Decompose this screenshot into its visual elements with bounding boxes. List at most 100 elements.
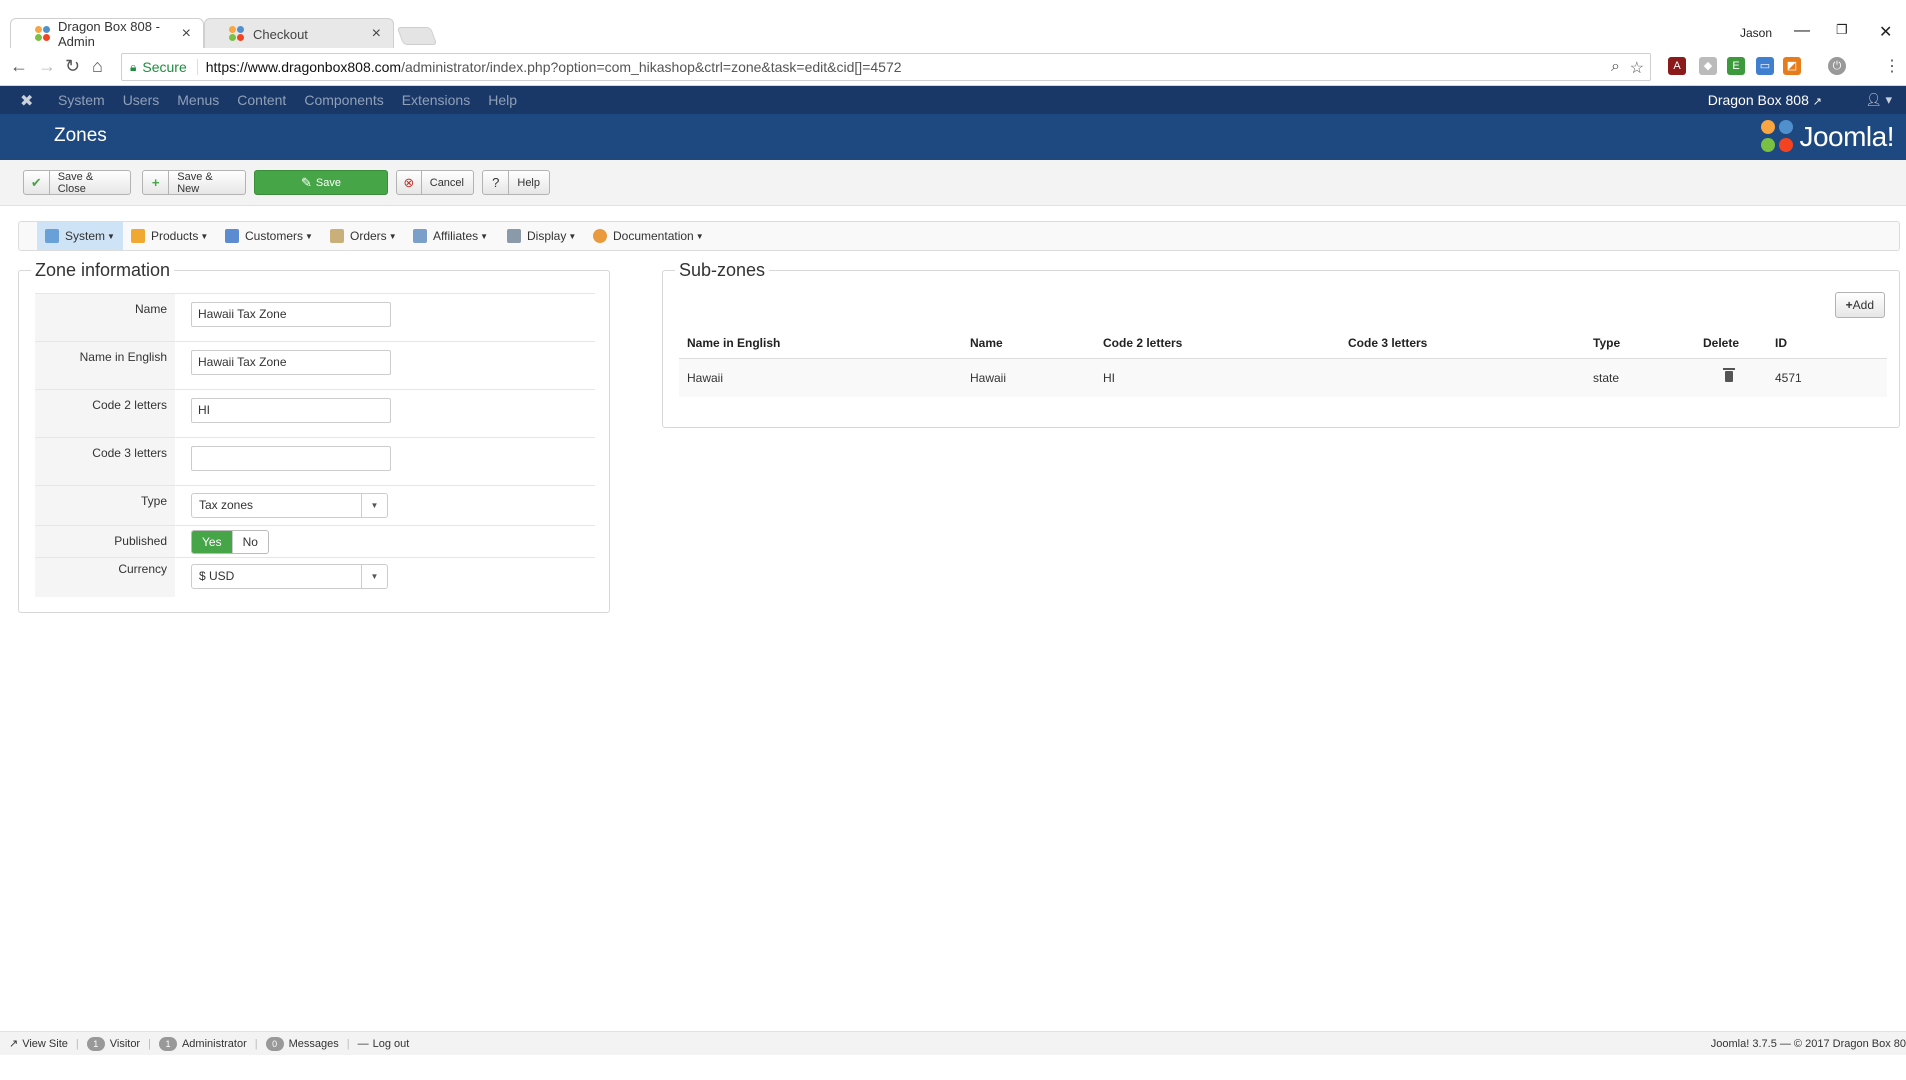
hika-menu-label: System [65,229,106,243]
caret-down-icon: ▼ [695,231,704,241]
code2-row: Code 2 letters HI [35,389,595,437]
admin-menu-menus[interactable]: Menus [177,86,219,114]
logout-link[interactable]: Log out [373,1032,410,1056]
admin-menu-help[interactable]: Help [488,86,517,114]
evernote-extension-icon[interactable]: E [1727,57,1745,75]
bookmark-star-icon[interactable]: ☆ [1630,58,1644,78]
table-header-row: Name in English Name Code 2 letters Code… [679,329,1887,359]
visitor-count-badge: 1 [86,1037,105,1051]
caret-down-icon: ▼ [200,231,209,241]
name-english-label: Name in English [35,342,175,389]
plus-icon: + [1845,298,1853,312]
admin-count-badge: 1 [158,1037,177,1051]
admin-menu-extensions[interactable]: Extensions [402,86,470,114]
cell-type: state [1585,358,1695,397]
reload-icon[interactable]: ↻ [65,56,80,77]
currency-select[interactable]: $ USD ▼ [191,564,388,589]
hika-menu-system[interactable]: System ▼ [37,222,123,250]
published-row: Published Yes No [35,525,595,557]
close-window-icon[interactable]: ✕ [1879,22,1892,42]
browser-tab-checkout[interactable]: Checkout × [204,18,394,49]
type-select[interactable]: Tax zones ▼ [191,493,388,518]
power-extension-icon[interactable]: ⏻ [1828,57,1846,75]
admin-menu-system[interactable]: System [58,86,105,114]
code2-input[interactable]: HI [191,398,391,423]
products-icon [131,229,145,243]
published-yes-button[interactable]: Yes [192,531,232,553]
pdf-extension-icon[interactable]: A [1668,57,1686,75]
new-tab-button[interactable] [396,27,438,45]
joomla-logo-icon [1761,120,1795,154]
rss-extension-icon[interactable]: ◩ [1783,57,1801,75]
user-menu-icon[interactable]: 👤︎ ▾ [1865,86,1892,114]
cell-name-english: Hawaii [679,358,962,397]
hika-menu-products[interactable]: Products ▼ [123,222,216,250]
browser-menu-icon[interactable]: ⋮ [1884,56,1900,76]
hika-menu-label: Documentation [613,229,694,243]
hika-menu-customers[interactable]: Customers ▼ [217,222,321,250]
plus-icon: + [143,171,170,194]
add-subzone-button[interactable]: +Add [1834,292,1885,318]
cancel-button[interactable]: ⊗ Cancel [396,170,474,195]
visitor-label[interactable]: Visitor [110,1032,140,1056]
admin-menu-content[interactable]: Content [237,86,286,114]
admin-menu-users[interactable]: Users [123,86,160,114]
browser-tab-admin[interactable]: Dragon Box 808 - Admin × [10,18,204,49]
zone-information-legend: Zone information [31,260,175,281]
messages-label[interactable]: Messages [289,1032,339,1056]
code3-input[interactable] [191,446,391,471]
hika-menu-orders[interactable]: Orders ▼ [322,222,405,250]
view-site-link[interactable]: View Site [22,1032,68,1056]
address-bar-row: ← → ↻ ⌂ 🔒︎ Secure https://www.dragonbox8… [0,48,1906,86]
hika-menu-display[interactable]: Display ▼ [499,222,584,250]
browser-tab-title: Checkout [253,26,308,42]
name-english-input[interactable]: Hawaii Tax Zone [191,350,391,375]
name-input[interactable]: Hawaii Tax Zone [191,302,391,327]
save-close-button[interactable]: ✔ Save & Close [23,170,131,195]
back-icon[interactable]: ← [10,56,28,77]
admin-menu-components[interactable]: Components [304,86,383,114]
url-text: https://www.dragonbox808.com/administrat… [206,59,902,75]
currency-selected-value: $ USD [199,569,235,583]
published-label: Published [35,526,175,557]
affiliates-icon [413,229,427,243]
help-label: Help [517,176,540,189]
column-id: ID [1767,329,1887,359]
home-icon[interactable]: ⌂ [92,56,103,77]
name-label: Name [35,294,175,341]
save-close-label: Save & Close [57,170,94,195]
published-no-button[interactable]: No [231,531,268,553]
forward-icon[interactable]: → [38,56,56,77]
zoom-icon[interactable]: ⌕ [1611,58,1620,76]
screenshot-extension-icon[interactable]: ▭ [1756,57,1774,75]
save-new-button[interactable]: + Save & New [142,170,246,195]
trash-icon[interactable] [1723,367,1735,382]
hika-menu-documentation[interactable]: Documentation ▼ [585,222,712,250]
window-user-name[interactable]: Jason [1740,26,1772,40]
column-name-english: Name in English [679,329,962,359]
table-row: Hawaii Hawaii HI state 4571 [679,358,1887,397]
documentation-icon [593,229,607,243]
code2-label: Code 2 letters [35,390,175,437]
caret-down-icon: ▼ [568,231,577,241]
hika-menu-affiliates[interactable]: Affiliates ▼ [405,222,496,250]
column-code2: Code 2 letters [1095,329,1340,359]
joomla-menu-logo-icon[interactable]: ✖ [20,91,33,111]
dropbox-extension-icon[interactable]: ◆ [1699,57,1717,75]
administrator-label[interactable]: Administrator [182,1032,247,1056]
url-input[interactable]: 🔒︎ Secure https://www.dragonbox808.com/a… [121,53,1651,81]
checkmark-icon: ✔ [24,171,50,194]
caret-down-icon: ▼ [480,231,489,241]
minimize-icon[interactable]: — [1794,22,1810,40]
divider: | [254,1038,258,1050]
logout-icon: — [357,1038,369,1050]
hika-menu-label: Display [527,229,567,243]
restore-icon[interactable]: ❐ [1836,22,1848,38]
close-tab-icon[interactable]: × [372,25,381,43]
close-tab-icon[interactable]: × [182,25,191,43]
question-icon: ? [483,171,510,194]
save-button[interactable]: ✎ Save [254,170,388,195]
subzones-table: Name in English Name Code 2 letters Code… [679,329,1887,397]
site-name-link[interactable]: Dragon Box 808 ↗ [1708,86,1822,116]
help-button[interactable]: ? Help [482,170,550,195]
